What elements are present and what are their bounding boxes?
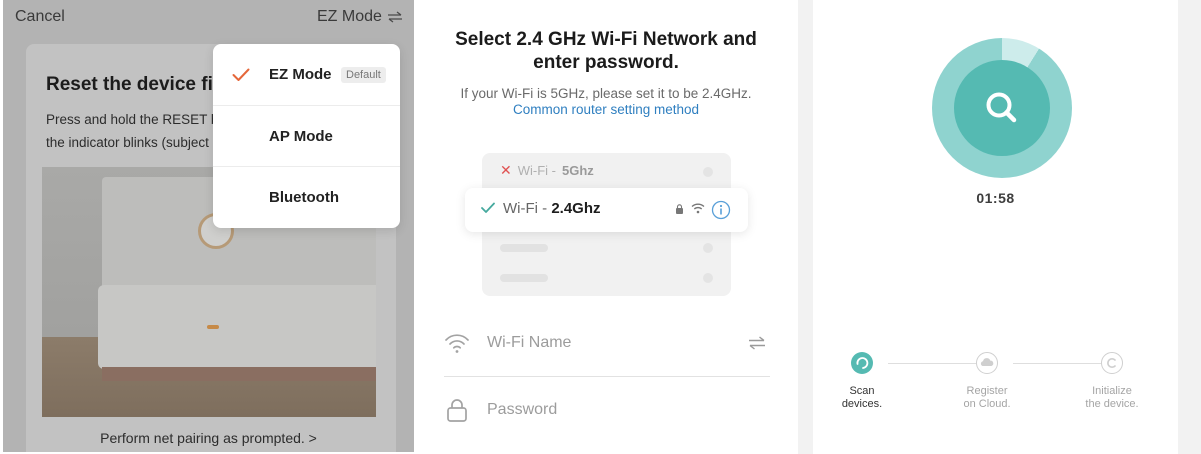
placeholder-dot [703,167,713,177]
placeholder-dot [703,243,713,253]
lock-icon [676,204,683,214]
x-icon: ✕ [500,162,512,178]
network-5ghz-example: ✕ Wi-Fi - 5Ghz [500,162,594,179]
device-body-base [98,285,376,369]
wifi-name-field[interactable]: Wi-Fi Name [444,310,770,376]
menu-item-label: Bluetooth [269,188,339,206]
init-icon [1101,352,1123,374]
step-label-line: Scan [849,385,875,397]
countdown-timer: 01:58 [976,190,1015,206]
cancel-button[interactable]: Cancel [15,8,65,26]
scan-screen: 01:58 Scan devices. Register on Cloud. I… [798,0,1201,454]
scan-card: 01:58 Scan devices. Register on Cloud. I… [813,0,1178,454]
step-connector [888,363,988,364]
wifi-name-input[interactable]: Wi-Fi Name [487,334,571,352]
info-icon[interactable] [711,200,731,220]
network-name: Wi-Fi - 2.4Ghz [503,200,601,217]
placeholder-bar [500,274,548,282]
network-prefix: Wi-Fi - [517,163,556,178]
menu-item-bluetooth[interactable]: Bluetooth [213,166,400,227]
lock-icon [447,399,467,422]
switch-network-icon[interactable] [748,336,766,350]
wifi-signal-icon [691,203,705,214]
step-connector [1013,363,1113,364]
step-label-scan: Scan devices. [817,385,907,411]
spinner-icon [851,352,873,374]
reset-title: Reset the device fi [46,74,213,95]
password-input[interactable]: Password [487,401,557,419]
page-title: Select 2.4 GHz Wi-Fi Network and enter p… [416,28,796,74]
step-label-line: Register [966,385,1008,397]
pairing-prompt-link[interactable]: Perform net pairing as prompted. > [3,430,414,446]
step-label-line: on Cloud. [963,398,1011,410]
wifi-icon [445,334,469,353]
mode-dropdown-menu: EZ Mode Default AP Mode Bluetooth [213,44,400,228]
menu-item-ap-mode[interactable]: AP Mode [213,105,400,166]
password-field[interactable]: Password [444,377,770,443]
placeholder-dot [703,273,713,283]
device-shadow [102,367,376,381]
wifi-setup-screen: Select 2.4 GHz Wi-Fi Network and enter p… [416,0,796,454]
network-24ghz-example: Wi-Fi - 2.4Ghz [465,188,748,232]
cloud-icon [976,352,998,374]
check-icon [232,68,250,81]
network-band: 2.4Ghz [551,200,601,217]
check-icon [481,202,495,213]
placeholder-bar [500,244,548,252]
network-band: 5Ghz [562,163,594,178]
swap-icon [387,11,402,23]
network-prefix: Wi-Fi - [503,200,548,217]
search-icon [986,92,1017,123]
menu-item-label: EZ Mode [269,66,332,83]
title-line-1: Select 2.4 GHz Wi-Fi Network and [455,29,757,50]
band-hint: If your Wi-Fi is 5GHz, please set it to … [460,86,752,101]
step-label-initialize: Initialize the device. [1067,385,1157,411]
step-label-register: Register on Cloud. [942,385,1032,411]
menu-item-label: AP Mode [269,127,333,145]
indicator-light [207,325,219,329]
title-line-2: enter password. [533,52,679,73]
step-label-line: the device. [1085,398,1139,410]
menu-item-ez-mode[interactable]: EZ Mode Default [213,44,400,105]
router-setting-link[interactable]: Common router setting method [416,102,796,117]
mode-switch-label: EZ Mode [317,8,382,25]
default-badge: Default [341,66,386,83]
step-label-line: Initialize [1092,385,1132,397]
mode-switch-button[interactable]: EZ Mode [317,8,403,26]
step-label-line: devices. [841,398,883,410]
